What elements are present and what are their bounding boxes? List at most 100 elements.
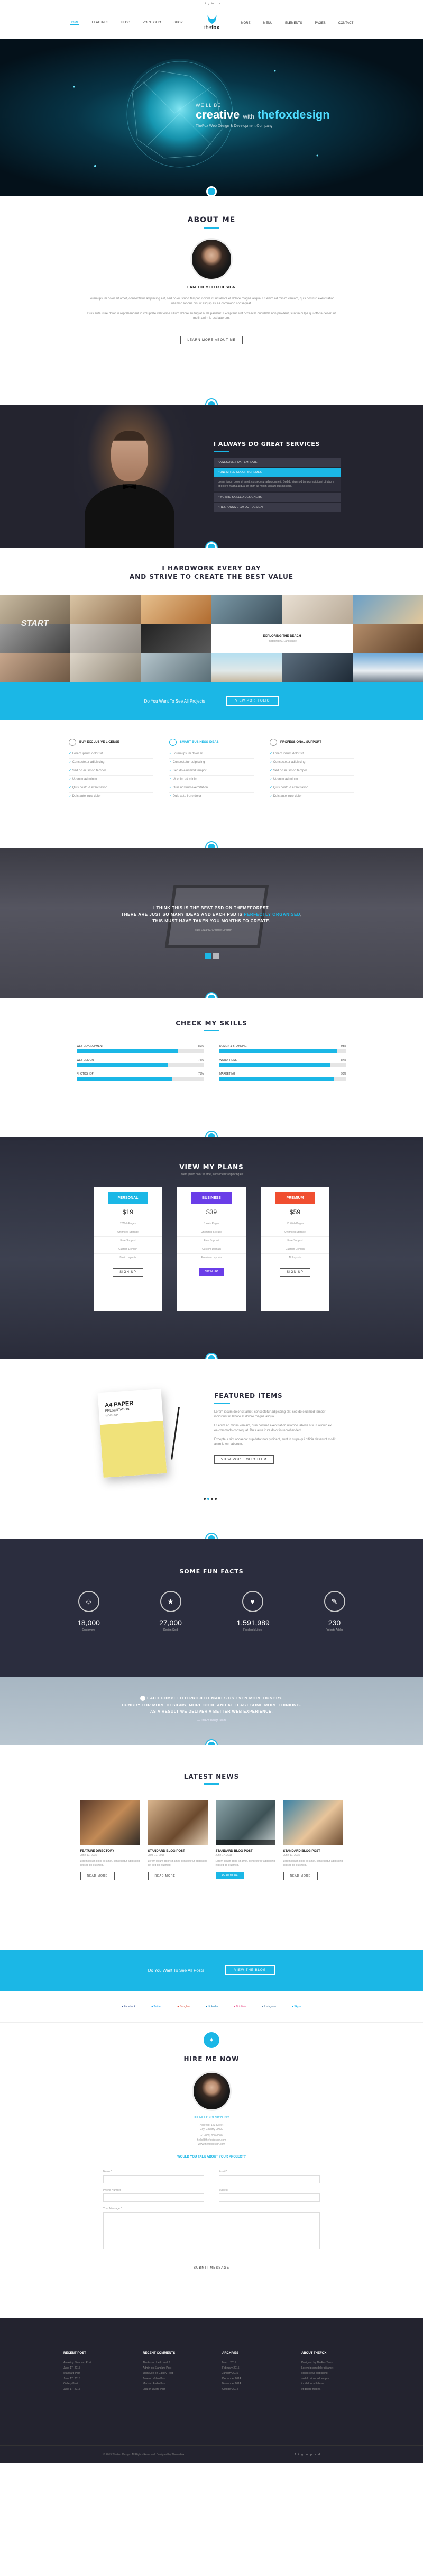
news-thumb[interactable] bbox=[80, 1800, 140, 1845]
social-skype[interactable]: ■ Skype bbox=[292, 2005, 301, 2008]
news-read-more[interactable]: READ MORE bbox=[215, 1872, 244, 1879]
portfolio-item[interactable] bbox=[282, 595, 353, 624]
featured-pager[interactable] bbox=[204, 1498, 217, 1500]
nav-blog[interactable]: BLOG bbox=[121, 21, 130, 25]
pager-dot[interactable] bbox=[215, 1498, 217, 1500]
field-subject-input[interactable] bbox=[219, 2193, 320, 2202]
news-read-more[interactable]: READ MORE bbox=[80, 1872, 115, 1880]
portfolio-item[interactable] bbox=[70, 624, 141, 653]
portfolio-item[interactable] bbox=[70, 595, 141, 624]
quote-prev-button[interactable] bbox=[204, 953, 211, 959]
featured-button[interactable]: VIEW PORTFOLIO ITEM bbox=[214, 1455, 274, 1464]
portfolio-item[interactable] bbox=[70, 653, 141, 682]
field-email-input[interactable] bbox=[219, 2175, 320, 2183]
quote-next-button[interactable] bbox=[212, 953, 219, 959]
pager-dot[interactable] bbox=[211, 1498, 213, 1500]
pinterest-icon[interactable]: p bbox=[216, 2, 217, 5]
news-thumb[interactable] bbox=[148, 1800, 208, 1845]
footer-link[interactable]: TheFox on Hello world! bbox=[143, 2360, 201, 2365]
footer-link[interactable]: December 2014 bbox=[222, 2376, 280, 2381]
submit-button[interactable]: SUBMIT MESSAGE bbox=[187, 2264, 236, 2272]
social-linkedin[interactable]: ■ LinkedIn bbox=[206, 2005, 218, 2008]
footer-link[interactable]: Lisa on Quote Post bbox=[143, 2387, 201, 2392]
hire-web[interactable]: www.thefoxdesign.com bbox=[0, 2143, 423, 2146]
portfolio-item[interactable] bbox=[141, 624, 212, 653]
footer-link[interactable]: Mark on Audio Post bbox=[143, 2381, 201, 2387]
twitter-icon[interactable]: t bbox=[205, 2, 206, 5]
nav-contact[interactable]: CONTACT bbox=[338, 22, 354, 25]
audio-player-bar[interactable] bbox=[215, 1840, 275, 1845]
about-button[interactable]: LEARN MORE ABOUT ME bbox=[180, 336, 243, 344]
social-twitter[interactable]: ■ Twitter bbox=[151, 2005, 161, 2008]
blog-cta-button[interactable]: VIEW THE BLOG bbox=[225, 1965, 275, 1975]
quote-divider-dot[interactable] bbox=[206, 993, 217, 998]
hire-email[interactable]: hello@thefoxdesign.com bbox=[0, 2138, 423, 2142]
footer-link[interactable]: Gallery Post bbox=[63, 2381, 122, 2387]
social-facebook[interactable]: ■ Facebook bbox=[122, 2005, 135, 2008]
portfolio-item-overlay[interactable]: EXPLORING THE BEACH Photography, Landsca… bbox=[211, 624, 353, 653]
vimeo-icon[interactable]: v bbox=[219, 2, 221, 5]
portfolio-item[interactable] bbox=[141, 595, 212, 624]
news-card-title[interactable]: STANDARD BLOG POST bbox=[283, 1850, 343, 1853]
google-icon[interactable]: g bbox=[208, 2, 209, 5]
quote-pager[interactable] bbox=[0, 953, 423, 959]
footer-link[interactable]: John Doe on Gallery Post bbox=[143, 2371, 201, 2376]
hero-down-dot[interactable] bbox=[206, 186, 217, 196]
portfolio-cta-button[interactable]: VIEW PORTFOLIO bbox=[226, 696, 279, 706]
plan-personal-button[interactable]: SIGN UP bbox=[113, 1268, 143, 1277]
footer-link[interactable]: February 2015 bbox=[222, 2365, 280, 2371]
nav-home[interactable]: HOME bbox=[69, 21, 79, 25]
portfolio-item[interactable] bbox=[352, 595, 423, 624]
portfolio-item[interactable] bbox=[141, 653, 212, 682]
field-name-input[interactable] bbox=[103, 2175, 204, 2183]
portfolio-item[interactable]: START bbox=[0, 619, 71, 653]
logo[interactable]: thefox bbox=[199, 15, 225, 31]
nav-features[interactable]: FEATURES bbox=[92, 21, 109, 25]
footer-link[interactable]: November 2014 bbox=[222, 2381, 280, 2387]
linkedin-icon[interactable]: in bbox=[212, 2, 214, 5]
portfolio-item[interactable] bbox=[211, 653, 282, 682]
twitter-icon[interactable]: t bbox=[298, 2453, 299, 2456]
dribbble-icon[interactable]: d bbox=[318, 2453, 320, 2456]
nav-pages[interactable]: PAGES bbox=[315, 22, 326, 25]
service-item-2[interactable]: ▪ UNLIMITED COLOR SCHEMES bbox=[214, 468, 341, 477]
news-read-more[interactable]: READ MORE bbox=[148, 1872, 182, 1880]
footer-link[interactable]: October 2014 bbox=[222, 2387, 280, 2392]
portfolio-item[interactable] bbox=[211, 595, 282, 624]
nav-more[interactable]: MORE bbox=[241, 22, 251, 25]
news-card-title[interactable]: STANDARD BLOG POST bbox=[148, 1850, 208, 1853]
portfolio-item[interactable] bbox=[282, 653, 353, 682]
news-thumb[interactable] bbox=[215, 1800, 275, 1845]
field-phone-input[interactable] bbox=[103, 2193, 204, 2202]
plan-premium-button[interactable]: SIGN UP bbox=[280, 1268, 310, 1277]
nav-shop[interactable]: SHOP bbox=[173, 21, 182, 25]
service-item-4[interactable]: ▪ RESPONSIVE LAYOUT DESIGN bbox=[214, 503, 341, 512]
linkedin-icon[interactable]: in bbox=[306, 2453, 308, 2456]
footer-link[interactable]: Amazing Standard Post bbox=[63, 2360, 122, 2365]
field-message-textarea[interactable] bbox=[103, 2212, 320, 2249]
footer-link[interactable]: Standard Post bbox=[63, 2371, 122, 2376]
hire-name[interactable]: THEMEFOXDESIGN INC. bbox=[0, 2116, 423, 2119]
nav-elements[interactable]: ELEMENTS bbox=[285, 22, 302, 25]
google-icon[interactable]: g bbox=[301, 2453, 303, 2456]
news-card-title[interactable]: FEATURE DIRECTORY bbox=[80, 1850, 140, 1853]
service-item-3[interactable]: ▪ WE ARE SKILLED DESIGNERS bbox=[214, 493, 341, 502]
social-google[interactable]: ■ Google+ bbox=[177, 2005, 189, 2008]
pinterest-icon[interactable]: p bbox=[310, 2453, 312, 2456]
footer-link[interactable]: March 2015 bbox=[222, 2360, 280, 2365]
portfolio-item[interactable] bbox=[352, 653, 423, 682]
news-card-title[interactable]: STANDARD BLOG POST bbox=[216, 1850, 275, 1853]
news-read-more[interactable]: READ MORE bbox=[283, 1872, 318, 1880]
nav-menu[interactable]: MENU bbox=[263, 22, 273, 25]
social-dribbble[interactable]: ■ Dribbble bbox=[234, 2005, 246, 2008]
plan-business-button[interactable]: SIGN UP bbox=[198, 1268, 225, 1276]
social-instagram[interactable]: ■ Instagram bbox=[262, 2005, 276, 2008]
footer-link[interactable]: January 2015 bbox=[222, 2371, 280, 2376]
news-thumb[interactable] bbox=[283, 1800, 343, 1845]
service-item-1[interactable]: ▪ AWESOME FOX TEMPLATE bbox=[214, 458, 341, 467]
portfolio-item[interactable] bbox=[0, 653, 71, 682]
footer-link[interactable]: Jane on Video Post bbox=[143, 2376, 201, 2381]
vimeo-icon[interactable]: v bbox=[315, 2453, 316, 2456]
footer-link[interactable]: Admin on Standard Post bbox=[143, 2365, 201, 2371]
pager-dot[interactable] bbox=[204, 1498, 206, 1500]
